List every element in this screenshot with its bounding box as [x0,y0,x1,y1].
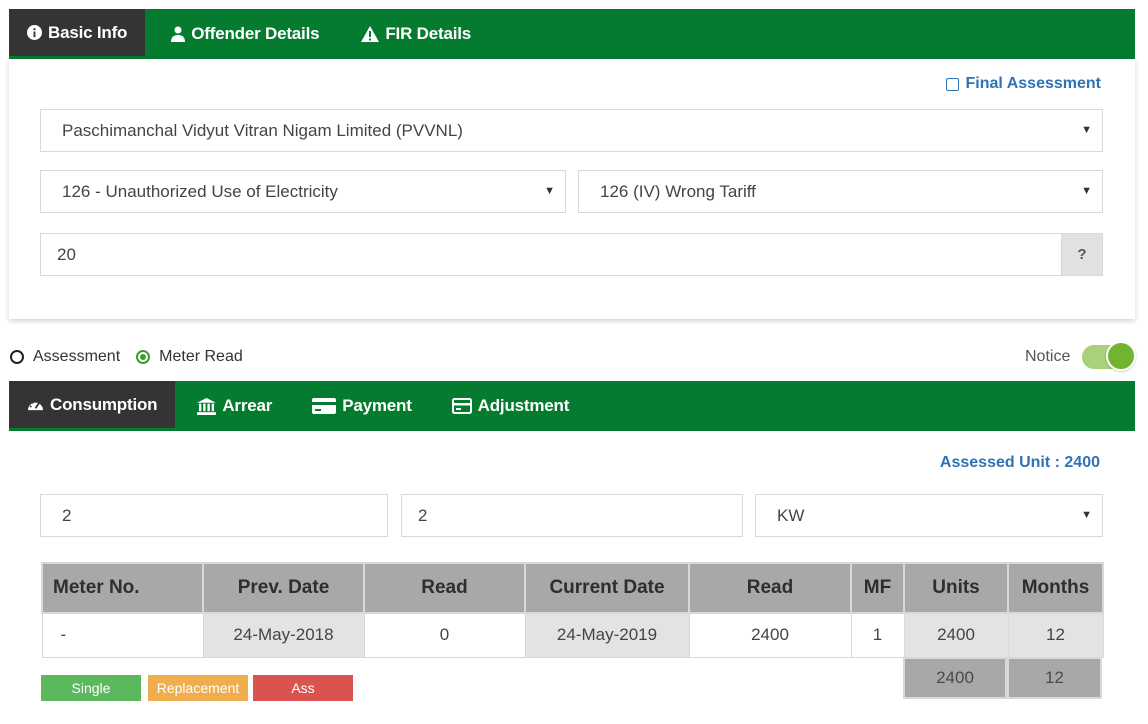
ass-button[interactable]: Ass [253,675,353,701]
credit-card-icon [312,398,337,414]
bank-icon [197,397,217,415]
tab-arrear[interactable]: Arrear [175,381,290,431]
radio-meter-read-label: Meter Read [159,348,243,365]
info-circle-icon [27,25,42,40]
single-button[interactable]: Single [41,675,141,701]
consumption-panel: Assessed Unit : 2400 2 2 KW ▼ Meter No. … [9,431,1135,724]
consumption-input-2-value: 2 [418,505,428,525]
discom-select[interactable]: Paschimanchal Vidyut Vitran Nigam Limite… [40,109,1103,152]
bottom-tab-bar: Consumption Arrear Payment Adjustment [9,381,1135,431]
radio-assessment-label: Assessment [33,348,121,365]
subsection-select-value: 126 (IV) Wrong Tariff [600,181,756,201]
user-icon [171,26,186,42]
unit-select-value: KW [777,505,805,525]
notice-toggle[interactable] [1082,341,1136,371]
number-input-value: 20 [57,244,76,264]
discom-select-value: Paschimanchal Vidyut Vitran Nigam Limite… [62,120,463,140]
totals-row: 2400 12 [903,657,1102,699]
assessed-unit-label: Assessed Unit : 2400 [939,454,1100,471]
tab-offender-details-label: Offender Details [191,24,320,43]
tab-fir-details-label: FIR Details [385,24,472,43]
tab-payment-label: Payment [342,396,412,415]
cell-meter-no[interactable]: - [41,612,204,658]
section-select-value: 126 - Unauthorized Use of Electricity [62,181,338,201]
col-mf: MF [850,562,905,614]
cell-prev-date[interactable]: 24-May-2018 [202,612,365,658]
table-row: - 24-May-2018 0 24-May-2019 2400 1 2400 … [41,612,1104,658]
consumption-input-2[interactable]: 2 [401,494,743,537]
cell-mf[interactable]: 1 [850,612,905,658]
tab-payment[interactable]: Payment [290,381,429,431]
tab-basic-info-label: Basic Info [48,22,128,42]
checkbox-icon[interactable] [945,77,959,91]
cell-current-date[interactable]: 24-May-2019 [524,612,690,658]
mode-radio-group: Assessment Meter Read [10,348,259,366]
basic-info-panel: Final Assessment Paschimanchal Vidyut Vi… [9,59,1135,319]
consumption-input-1-value: 2 [62,505,72,525]
radio-meter-read[interactable] [136,350,151,364]
caret-down-icon: ▼ [1081,124,1092,136]
warning-icon [361,26,380,42]
help-button[interactable]: ? [1061,233,1103,276]
replacement-button[interactable]: Replacement [148,675,248,701]
col-meter-no: Meter No. [41,562,204,614]
col-units: Units [903,562,1009,614]
cell-months: 12 [1007,612,1104,658]
tab-adjustment-label: Adjustment [477,396,570,415]
top-tab-bar: Basic Info Offender Details FIR Details [9,9,1135,59]
notice-label: Notice [1025,348,1071,365]
col-current-read: Read [688,562,852,614]
card-icon [451,398,472,414]
caret-down-icon: ▼ [1081,185,1092,197]
col-current-date: Current Date [524,562,690,614]
consumption-input-1[interactable]: 2 [40,494,388,537]
total-months: 12 [1007,657,1102,699]
tab-arrear-label: Arrear [222,396,273,415]
cell-current-read[interactable]: 2400 [688,612,852,658]
col-months: Months [1007,562,1104,614]
radio-assessment[interactable] [10,350,24,364]
tab-offender-details[interactable]: Offender Details [145,9,337,59]
cell-units: 2400 [903,612,1009,658]
section-select[interactable]: 126 - Unauthorized Use of Electricity ▼ [40,170,566,213]
tab-consumption-label: Consumption [50,394,158,414]
caret-down-icon: ▼ [1081,509,1092,521]
toggle-knob[interactable] [1106,341,1136,371]
unit-select[interactable]: KW ▼ [755,494,1103,537]
col-prev-read: Read [363,562,526,614]
cell-prev-read[interactable]: 0 [363,612,526,658]
total-units: 2400 [903,657,1007,699]
number-input[interactable]: 20 [40,233,1062,276]
col-prev-date: Prev. Date [202,562,365,614]
tab-fir-details[interactable]: FIR Details [337,9,489,59]
tab-adjustment[interactable]: Adjustment [430,381,588,431]
tab-basic-info[interactable]: Basic Info [9,9,146,59]
table-header-row: Meter No. Prev. Date Read Current Date R… [41,562,1104,614]
final-assessment-label: Final Assessment [965,75,1101,92]
tab-consumption[interactable]: Consumption [9,381,176,431]
gauge-icon [28,400,43,411]
caret-down-icon: ▼ [544,185,555,197]
help-button-label: ? [1077,246,1087,263]
final-assessment-checkbox[interactable]: Final Assessment [945,75,1101,93]
meter-read-table: Meter No. Prev. Date Read Current Date R… [41,562,1104,658]
subsection-select[interactable]: 126 (IV) Wrong Tariff ▼ [578,170,1103,213]
